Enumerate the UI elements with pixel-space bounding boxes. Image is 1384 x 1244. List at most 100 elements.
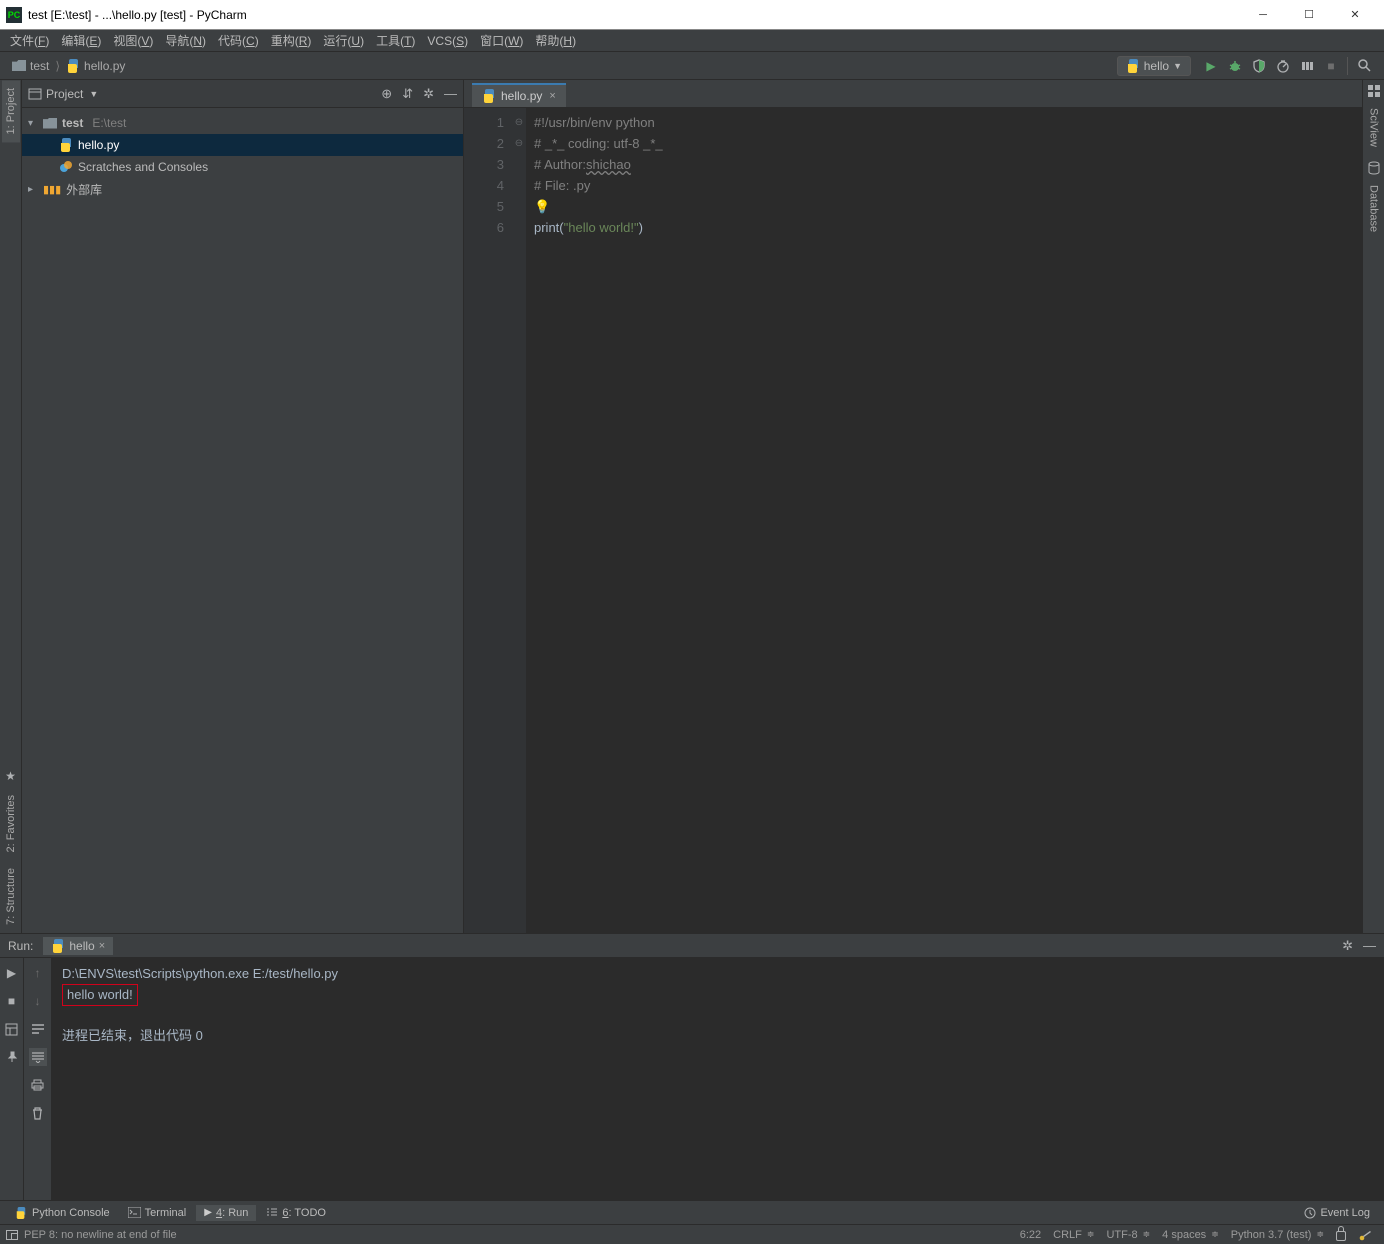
breadcrumb-label: test <box>30 59 49 73</box>
menu-r[interactable]: 重构(R) <box>265 30 318 51</box>
tree-row[interactable]: ▾testE:\test <box>22 112 463 134</box>
python-console-tab[interactable]: Python Console <box>6 1204 118 1222</box>
editor-tabs: hello.py × <box>464 80 1362 108</box>
run-tool-window: Run: hello × ✲ — ▶ ■ ↑ ↓ <box>0 933 1384 1200</box>
close-tab-icon[interactable]: × <box>99 940 105 952</box>
minimize-button[interactable]: ─ <box>1240 0 1286 30</box>
read-only-toggle[interactable] <box>1330 1228 1352 1241</box>
soft-wrap-button[interactable] <box>29 1020 47 1038</box>
menu-w[interactable]: 窗口(W) <box>474 30 529 51</box>
delete-button[interactable] <box>29 1104 47 1122</box>
menu-v[interactable]: 视图(V) <box>107 30 159 51</box>
sciview-tool-tab[interactable]: SciView <box>1365 100 1383 155</box>
run-configuration-selector[interactable]: hello ▼ <box>1117 56 1191 76</box>
menu-e[interactable]: 编辑(E) <box>55 30 107 51</box>
close-tab-icon[interactable]: × <box>549 90 555 102</box>
close-button[interactable]: ✕ <box>1332 0 1378 30</box>
search-everywhere-button[interactable] <box>1352 55 1376 77</box>
chevron-down-icon: ▼ <box>1173 61 1182 71</box>
event-log-tab[interactable]: Event Log <box>1296 1205 1378 1221</box>
bottom-tool-bar: Python Console Terminal ▶ 4: Run 6: TODO… <box>0 1200 1384 1224</box>
project-view-icon <box>28 87 42 101</box>
debug-button[interactable] <box>1223 55 1247 77</box>
scratch-icon <box>59 160 73 174</box>
coverage-button[interactable] <box>1247 55 1271 77</box>
todo-tab[interactable]: 6: TODO <box>258 1205 334 1221</box>
terminal-tab[interactable]: Terminal <box>120 1205 195 1221</box>
stop-button[interactable]: ■ <box>1319 55 1343 77</box>
lock-icon <box>1336 1231 1346 1241</box>
sciview-icon <box>1367 84 1381 98</box>
settings-icon[interactable]: ✲ <box>423 86 434 102</box>
pin-button[interactable] <box>3 1048 21 1066</box>
tool-windows-icon[interactable] <box>6 1230 18 1240</box>
breadcrumb-hello[interactable]: hello.py <box>62 59 129 73</box>
editor-tab-hello[interactable]: hello.py × <box>472 83 566 107</box>
caret-position[interactable]: 6:22 <box>1014 1229 1047 1241</box>
maximize-button[interactable]: ☐ <box>1286 0 1332 30</box>
locate-icon[interactable]: ⊕ <box>381 86 392 102</box>
scroll-to-end-button[interactable] <box>29 1048 47 1066</box>
favorites-tool-tab[interactable]: 2: Favorites <box>2 787 20 860</box>
indent-settings[interactable]: 4 spaces≑ <box>1156 1229 1225 1241</box>
stop-button[interactable]: ■ <box>3 992 21 1010</box>
database-tool-tab[interactable]: Database <box>1365 177 1383 240</box>
collapse-all-icon[interactable]: ⇵ <box>402 86 413 102</box>
up-button[interactable]: ↑ <box>29 964 47 982</box>
fold-gutter: ⊖⊖ <box>512 108 526 933</box>
python-interpreter[interactable]: Python 3.7 (test)≑ <box>1225 1229 1330 1241</box>
favorites-star-icon: ★ <box>5 769 16 783</box>
tree-row[interactable]: Scratches and Consoles <box>22 156 463 178</box>
run-tab-hello[interactable]: hello × <box>43 937 113 955</box>
menu-vcss[interactable]: VCS(S) <box>421 32 474 50</box>
profile-button[interactable] <box>1271 55 1295 77</box>
menu-h[interactable]: 帮助(H) <box>529 30 582 51</box>
line-ending[interactable]: CRLF≑ <box>1047 1229 1100 1241</box>
right-tool-gutter: SciView Database <box>1362 80 1384 933</box>
toolbar-separator <box>1347 57 1348 75</box>
tab-label: hello.py <box>501 89 542 103</box>
rerun-button[interactable]: ▶ <box>3 964 21 982</box>
structure-tool-tab[interactable]: 7: Structure <box>2 860 20 933</box>
library-icon: ▮▮▮ <box>43 183 61 196</box>
console-output[interactable]: D:\ENVS\test\Scripts\python.exe E:/test/… <box>52 958 1384 1200</box>
breadcrumb-separator: ⟩ <box>53 59 62 73</box>
run-button[interactable]: ▶ <box>1199 55 1223 77</box>
python-file-icon <box>482 89 496 103</box>
down-button[interactable]: ↓ <box>29 992 47 1010</box>
run-tab-label: hello <box>69 939 94 953</box>
chevron-down-icon[interactable]: ▼ <box>89 89 98 99</box>
python-icon <box>51 939 65 953</box>
menu-t[interactable]: 工具(T) <box>370 30 421 51</box>
menu-f[interactable]: 文件(F) <box>4 30 55 51</box>
navigation-bar: test ⟩ hello.py hello ▼ ▶ ■ <box>0 52 1384 80</box>
breadcrumb-test[interactable]: test <box>8 59 53 73</box>
hide-icon[interactable]: — <box>444 86 457 101</box>
menu-c[interactable]: 代码(C) <box>212 30 265 51</box>
layout-button[interactable] <box>3 1020 21 1038</box>
run-tab[interactable]: ▶ 4: Run <box>196 1205 256 1221</box>
pycharm-logo-icon: PC <box>6 7 22 23</box>
inspections-indicator[interactable] <box>1352 1229 1378 1241</box>
tree-row[interactable]: hello.py <box>22 134 463 156</box>
menu-u[interactable]: 运行(U) <box>317 30 370 51</box>
title-bar: PC test [E:\test] - ...\hello.py [test] … <box>0 0 1384 30</box>
settings-icon[interactable]: ✲ <box>1342 938 1353 954</box>
play-icon: ▶ <box>204 1207 212 1218</box>
print-button[interactable] <box>29 1076 47 1094</box>
concurrency-button[interactable] <box>1295 55 1319 77</box>
hide-icon[interactable]: — <box>1363 938 1376 954</box>
todo-icon <box>266 1207 278 1218</box>
run-config-name: hello <box>1144 59 1169 73</box>
project-tool-tab[interactable]: 1: Project <box>2 80 20 142</box>
window-title: test [E:\test] - ...\hello.py [test] - P… <box>28 8 1240 22</box>
editor[interactable]: 123456 ⊖⊖ #!/usr/bin/env python# _*_ cod… <box>464 108 1362 933</box>
event-log-icon <box>1304 1207 1316 1219</box>
tree-row[interactable]: ▸▮▮▮外部库 <box>22 178 463 200</box>
file-encoding[interactable]: UTF-8≑ <box>1100 1229 1156 1241</box>
code-area[interactable]: #!/usr/bin/env python# _*_ coding: utf-8… <box>526 108 1362 933</box>
menu-n[interactable]: 导航(N) <box>159 30 212 51</box>
run-header: Run: hello × ✲ — <box>0 934 1384 958</box>
terminal-icon <box>128 1207 141 1218</box>
database-icon <box>1367 161 1381 175</box>
